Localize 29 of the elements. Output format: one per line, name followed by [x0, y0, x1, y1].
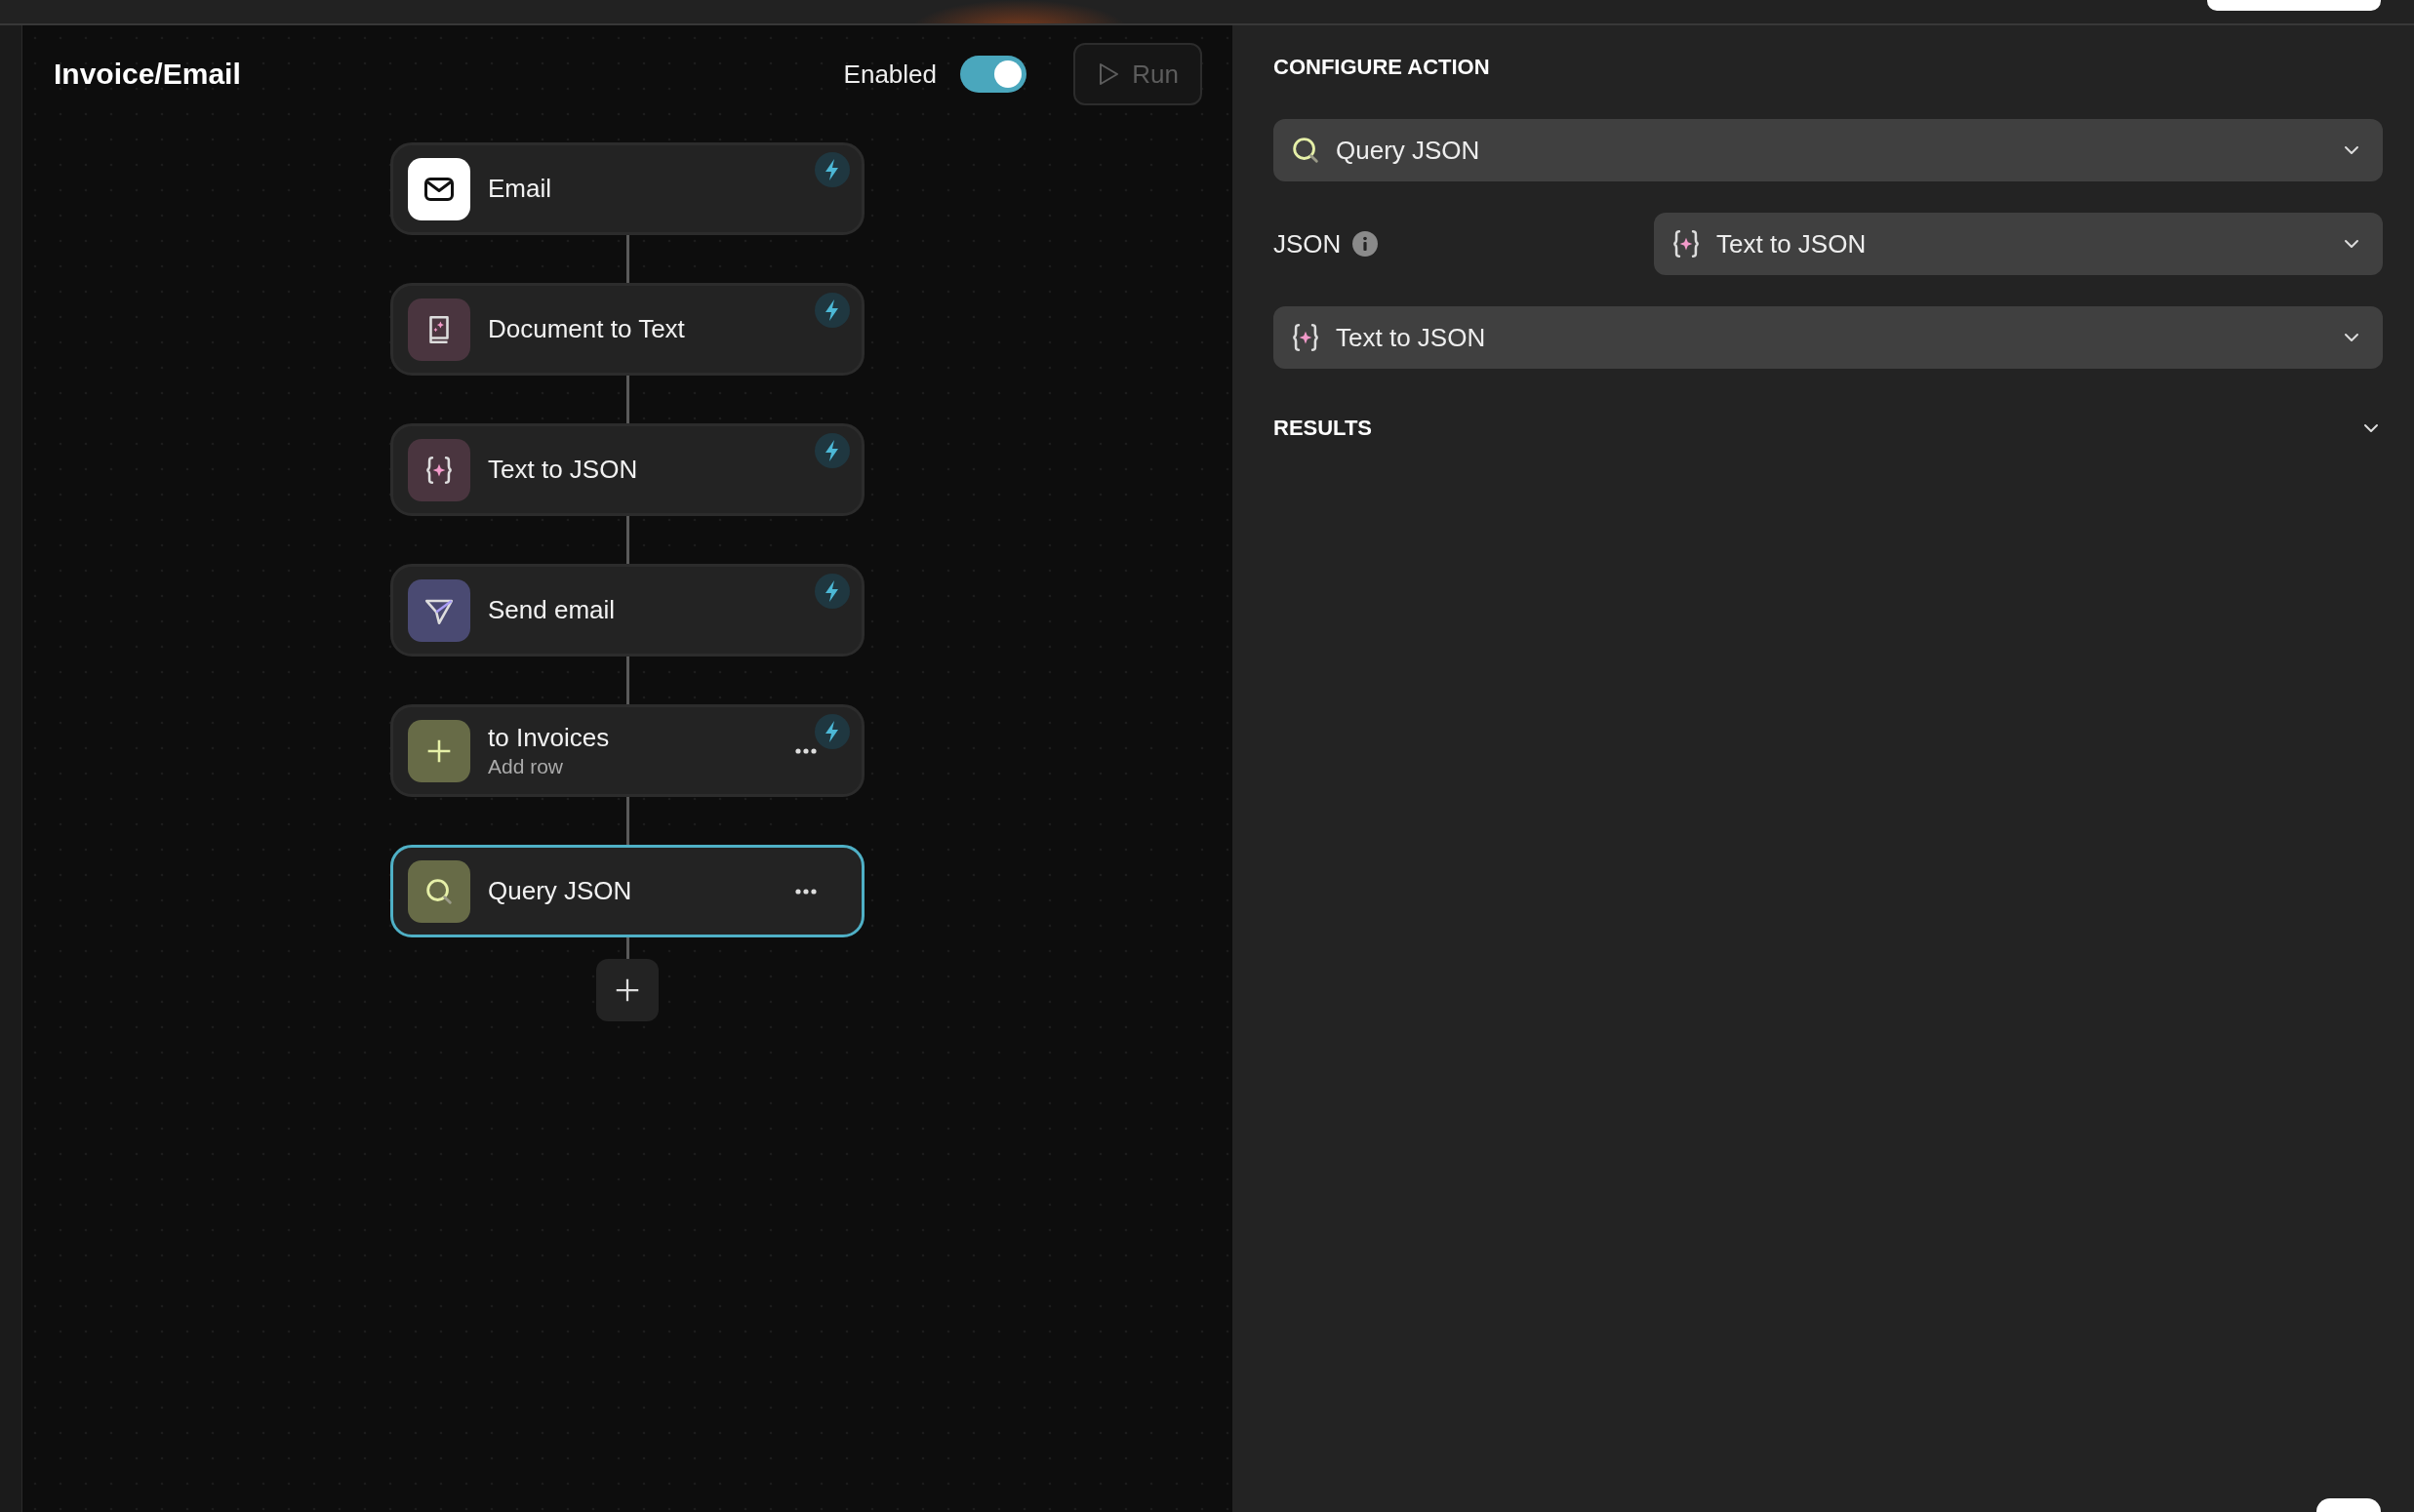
- workflow-step[interactable]: Text to JSON: [390, 423, 865, 516]
- dropdown-select[interactable]: Text to JSON: [1273, 306, 2383, 369]
- workflow-title: Invoice/Email: [54, 58, 242, 91]
- step-sublabel: Add row: [488, 755, 565, 778]
- workflow-step[interactable]: Query JSON: [390, 845, 865, 937]
- field-label: JSON: [1273, 228, 1342, 259]
- dropdown-select[interactable]: Query JSON: [1273, 119, 2383, 181]
- step-label: Email: [488, 174, 552, 204]
- step-label: Document to Text: [488, 314, 686, 344]
- section-heading: RESULTS: [1273, 416, 1374, 441]
- workflow-step[interactable]: Document to Text: [390, 283, 865, 376]
- header-button[interactable]: [2207, 0, 2381, 11]
- workflow-step[interactable]: to Invoices Add row: [390, 704, 865, 797]
- info-icon[interactable]: [1352, 231, 1379, 257]
- help-button[interactable]: [2316, 1498, 2381, 1512]
- workflow-step[interactable]: Email: [390, 142, 865, 235]
- step-label: Text to JSON: [488, 455, 639, 485]
- section-heading: CONFIGURE ACTION: [1273, 55, 1491, 80]
- enabled-toggle[interactable]: [960, 56, 1026, 93]
- play-icon: [1097, 61, 1121, 87]
- step-label: Query JSON: [488, 876, 633, 906]
- step-label: to Invoices: [488, 723, 611, 753]
- add-step-button[interactable]: [596, 959, 659, 1021]
- step-label: Send email: [488, 595, 617, 625]
- ellipsis-icon[interactable]: [795, 747, 817, 754]
- dropdown-select[interactable]: Text to JSON: [1654, 213, 2383, 275]
- workflow-step[interactable]: Send email: [390, 564, 865, 657]
- enabled-label: Enabled: [843, 59, 937, 90]
- ellipsis-icon[interactable]: [795, 888, 817, 895]
